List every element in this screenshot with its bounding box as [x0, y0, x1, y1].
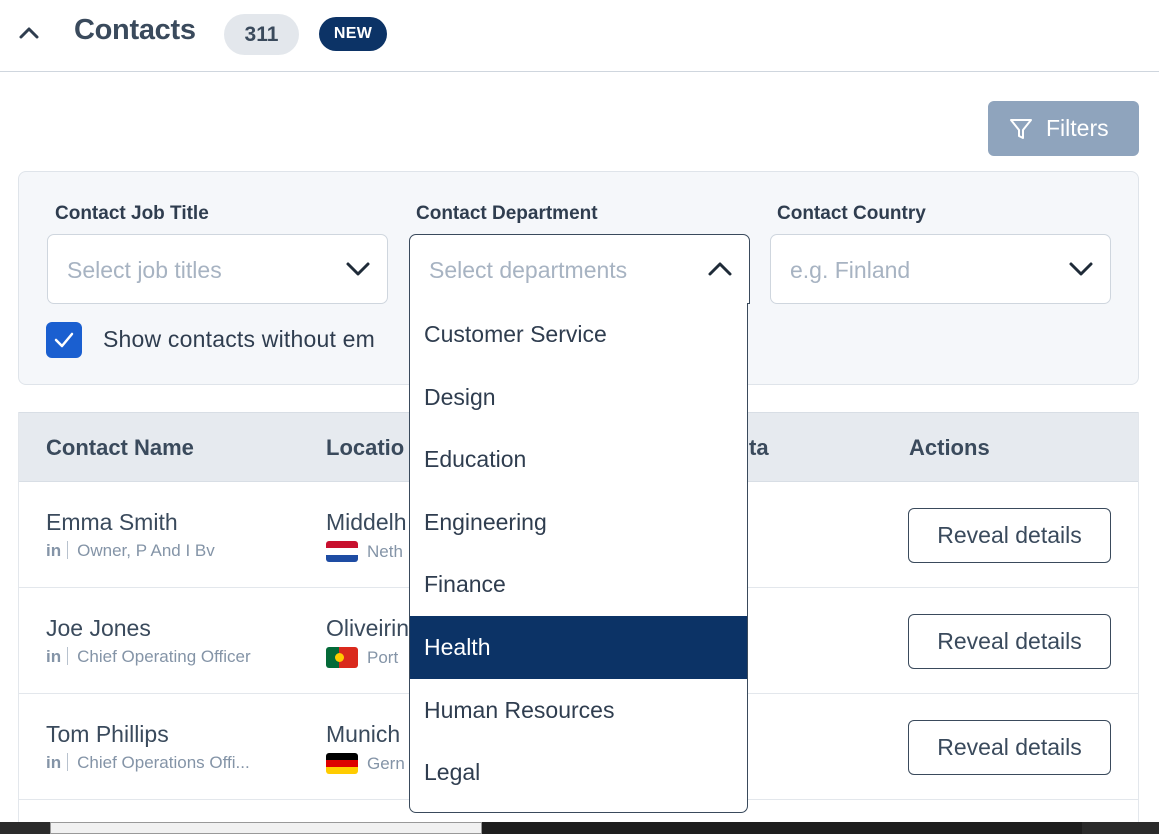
job-title-select[interactable]: Select job titles [47, 234, 388, 304]
section-header: Contacts 311 NEW [0, 0, 1159, 72]
department-dropdown-menu: Customer Service Design Education Engine… [409, 303, 748, 813]
contact-country: Neth [326, 541, 403, 562]
column-header-actions: Actions [909, 435, 990, 460]
linkedin-icon[interactable]: in [46, 647, 61, 666]
dropdown-option[interactable]: Human Resources [410, 679, 747, 742]
contact-country-name: Port [367, 647, 399, 667]
contact-job-title: Chief Operating Officer [77, 647, 251, 666]
contact-country-name: Gern [367, 753, 405, 773]
department-label: Contact Department [416, 203, 598, 224]
new-badge: NEW [319, 17, 387, 51]
contact-count-badge: 311 [224, 14, 299, 55]
contact-subtitle: in Chief Operations Offi... [46, 753, 250, 773]
column-header-contact-name[interactable]: Contact Name [46, 435, 194, 461]
country-label: Contact Country [777, 203, 926, 224]
portugal-flag-icon [326, 647, 358, 668]
chevron-up-icon [708, 262, 732, 276]
netherlands-flag-icon [326, 541, 358, 562]
show-without-email-label: Show contacts without em [103, 326, 375, 352]
linkedin-icon[interactable]: in [46, 753, 61, 772]
contact-name: Emma Smith [46, 509, 178, 535]
reveal-details-button[interactable]: Reveal details [908, 614, 1111, 669]
filter-icon [1010, 118, 1032, 139]
dropdown-option[interactable]: Finance [410, 553, 747, 616]
contact-country: Gern [326, 753, 405, 774]
checkmark-icon [54, 332, 74, 348]
job-title-placeholder: Select job titles [67, 257, 222, 283]
dropdown-option-highlighted[interactable]: Health [410, 616, 747, 679]
column-header-data[interactable]: ta [749, 435, 769, 461]
contact-job-title: Owner, P And I Bv [77, 541, 215, 560]
filters-button-label: Filters [1046, 115, 1109, 141]
chevron-down-icon [346, 262, 370, 276]
column-header-location[interactable]: Locatio [326, 435, 404, 461]
chevron-up-icon[interactable] [18, 22, 40, 44]
dropdown-option[interactable]: Education [410, 428, 747, 491]
taskbar-thumbnail [50, 822, 482, 834]
country-placeholder: e.g. Finland [790, 257, 911, 283]
department-placeholder: Select departments [429, 257, 628, 283]
dropdown-option[interactable]: Legal [410, 741, 747, 804]
reveal-details-button[interactable]: Reveal details [908, 508, 1111, 563]
page-title: Contacts [74, 14, 196, 46]
contact-name: Joe Jones [46, 615, 151, 641]
contact-country-name: Neth [367, 541, 403, 561]
contact-subtitle: in Owner, P And I Bv [46, 541, 215, 561]
dropdown-option[interactable]: Customer Service [410, 303, 747, 366]
contact-location: Oliveirin [326, 615, 410, 641]
filters-button[interactable]: Filters [988, 101, 1139, 156]
job-title-label: Contact Job Title [55, 203, 209, 224]
taskbar-strip [0, 822, 1159, 834]
reveal-details-button[interactable]: Reveal details [908, 720, 1111, 775]
country-select[interactable]: e.g. Finland [770, 234, 1111, 304]
chevron-down-icon [1069, 262, 1093, 276]
contact-name: Tom Phillips [46, 721, 169, 747]
show-without-email-checkbox[interactable] [46, 322, 82, 358]
contact-location: Munich [326, 721, 401, 747]
germany-flag-icon [326, 753, 358, 774]
taskbar-thumbnail [482, 822, 1082, 834]
department-select[interactable]: Select departments [409, 234, 750, 304]
dropdown-option[interactable]: Design [410, 366, 747, 429]
contact-country: Port [326, 647, 398, 668]
contact-job-title: Chief Operations Offi... [77, 753, 250, 772]
contact-subtitle: in Chief Operating Officer [46, 647, 251, 667]
linkedin-icon[interactable]: in [46, 541, 61, 560]
dropdown-option[interactable]: Engineering [410, 491, 747, 554]
contact-location: Middelh [326, 509, 407, 535]
